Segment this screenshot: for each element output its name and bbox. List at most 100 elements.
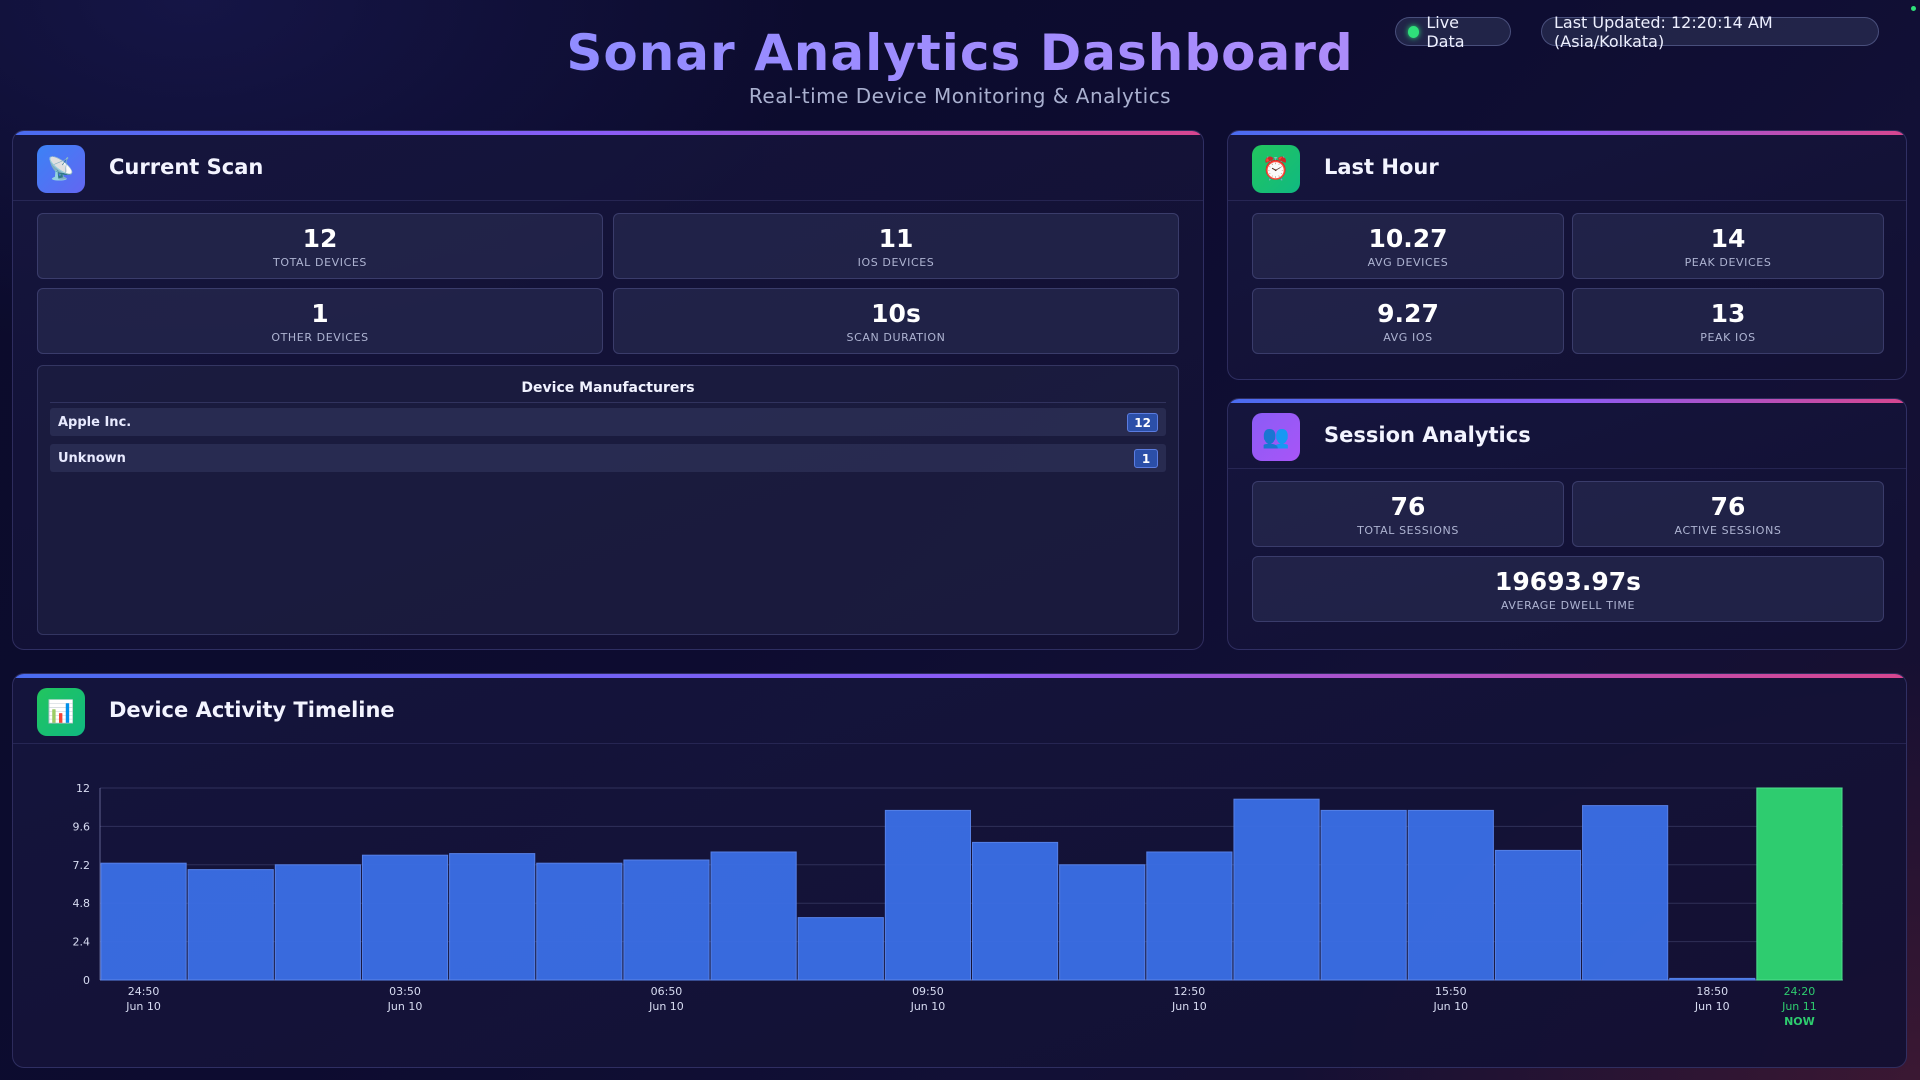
users-icon: 👥 xyxy=(1252,413,1300,461)
total-sessions-value: 76 xyxy=(1390,492,1426,521)
manufacturer-count-badge: 12 xyxy=(1127,413,1158,432)
avg-ios-stat: 9.27 Avg iOS xyxy=(1252,288,1564,354)
x-tick-time-label: 06:50 xyxy=(651,985,683,998)
active-sessions-label: Active Sessions xyxy=(1674,524,1782,537)
device-manufacturers-panel: Device Manufacturers Apple Inc. 12 Unkno… xyxy=(37,365,1179,635)
current-scan-title: Current Scan xyxy=(109,155,264,179)
x-tick-date-label: Jun 11 xyxy=(1781,1000,1817,1013)
bar xyxy=(884,809,971,981)
y-tick-label: 2.4 xyxy=(73,936,91,949)
other-devices-stat: 1 Other Devices xyxy=(37,288,603,354)
current-scan-card: 📡 Current Scan 12 Total Devices 11 iOS D… xyxy=(12,130,1204,650)
x-tick-time-label: 12:50 xyxy=(1174,985,1206,998)
average-dwell-time-label: Average Dwell Time xyxy=(1500,599,1636,612)
list-item: Unknown 1 xyxy=(50,444,1166,472)
ios-devices-label: iOS Devices xyxy=(857,256,935,269)
last-updated-badge: Last Updated: 12:20:14 AM (Asia/Kolkata) xyxy=(1541,13,1879,51)
y-tick-label: 4.8 xyxy=(73,897,91,910)
average-dwell-time-value: 19693.97s xyxy=(1494,567,1642,596)
scan-duration-label: Scan Duration xyxy=(846,331,946,344)
bar xyxy=(1146,851,1233,981)
x-tick-date-label: Jun 10 xyxy=(648,1000,684,1013)
avg-ios-label: Avg iOS xyxy=(1383,331,1433,344)
y-tick-label: 7.2 xyxy=(73,859,91,872)
divider xyxy=(50,402,1166,403)
last-hour-header: ⏰ Last Hour xyxy=(1228,131,1906,201)
ios-devices-stat: 11 iOS Devices xyxy=(613,213,1179,279)
live-status-dot-icon xyxy=(1408,25,1420,38)
bar xyxy=(187,869,274,981)
bar xyxy=(361,854,449,981)
bar xyxy=(1233,798,1320,981)
device-activity-chart: 0 2.4 4.8 7.2 9.6 12 24:50 Jun 10 03:50 Jun 10 06:… xyxy=(73,782,1843,1028)
current-scan-header: 📡 Current Scan xyxy=(13,131,1203,201)
bar xyxy=(1059,864,1146,981)
avg-ios-value: 9.27 xyxy=(1377,299,1439,328)
peak-devices-stat: 14 Peak Devices xyxy=(1572,213,1884,279)
manufacturer-name: Apple Inc. xyxy=(58,415,132,430)
bar xyxy=(1320,809,1407,981)
x-tick-date-label: Jun 10 xyxy=(910,1000,946,1013)
total-devices-label: Total Devices xyxy=(273,256,367,269)
alarm-clock-icon: ⏰ xyxy=(1252,145,1300,193)
peak-ios-stat: 13 Peak iOS xyxy=(1572,288,1884,354)
live-data-label: Live Data xyxy=(1426,12,1465,51)
x-tick-time-label: 24:50 xyxy=(128,985,160,998)
session-analytics-card: 👥 Session Analytics 76 Total Sessions 76… xyxy=(1227,398,1907,650)
bar xyxy=(1669,977,1756,981)
bar xyxy=(972,841,1059,981)
x-tick-date-label: Jun 10 xyxy=(1171,1000,1207,1013)
session-analytics-header: 👥 Session Analytics xyxy=(1228,399,1906,469)
bar xyxy=(1582,805,1669,981)
connection-indicator-icon xyxy=(1911,6,1916,11)
x-tick-time-label: 15:50 xyxy=(1435,985,1467,998)
bar xyxy=(1407,809,1494,981)
bar xyxy=(797,917,884,981)
total-devices-value: 12 xyxy=(302,224,338,253)
last-hour-card: ⏰ Last Hour 10.27 Avg Devices 14 Peak De… xyxy=(1227,130,1907,380)
other-devices-label: Other Devices xyxy=(271,331,369,344)
avg-devices-label: Avg Devices xyxy=(1367,256,1449,269)
avg-devices-stat: 10.27 Avg Devices xyxy=(1252,213,1564,279)
satellite-dish-icon: 📡 xyxy=(37,145,85,193)
y-tick-label: 0 xyxy=(83,974,90,987)
page-subtitle: Real-time Device Monitoring & Analytics xyxy=(748,84,1172,108)
total-devices-stat: 12 Total Devices xyxy=(37,213,603,279)
bar xyxy=(710,851,797,981)
session-analytics-title: Session Analytics xyxy=(1324,423,1531,447)
average-dwell-time-stat: 19693.97s Average Dwell Time xyxy=(1252,556,1884,622)
bar xyxy=(623,859,710,981)
x-tick-date-label: Jun 10 xyxy=(1432,1000,1468,1013)
list-item: Apple Inc. 12 xyxy=(50,408,1166,436)
active-sessions-value: 76 xyxy=(1710,492,1746,521)
peak-devices-value: 14 xyxy=(1710,224,1746,253)
highlight-bar xyxy=(1756,787,1843,981)
x-tick-date-label: Jun 10 xyxy=(125,1000,161,1013)
manufacturer-count-badge: 1 xyxy=(1134,449,1158,468)
peak-ios-value: 13 xyxy=(1710,299,1746,328)
manufacturer-name: Unknown xyxy=(58,451,126,466)
bar xyxy=(100,862,187,981)
last-hour-title: Last Hour xyxy=(1324,155,1439,179)
other-devices-value: 1 xyxy=(311,299,329,328)
bar xyxy=(274,864,361,981)
active-sessions-stat: 76 Active Sessions xyxy=(1572,481,1884,547)
total-sessions-stat: 76 Total Sessions xyxy=(1252,481,1564,547)
peak-ios-label: Peak iOS xyxy=(1700,331,1756,344)
last-updated-text: Last Updated: 12:20:14 AM (Asia/Kolkata) xyxy=(1554,12,1773,51)
device-activity-timeline-card: 📊 Device Activity Timeline 0 2.4 4.8 7.2 9.6… xyxy=(12,673,1907,1068)
y-tick-label: 12 xyxy=(76,782,90,795)
avg-devices-value: 10.27 xyxy=(1368,224,1448,253)
x-tick-date-label: Jun 10 xyxy=(1694,1000,1730,1013)
x-tick-time-label: 09:50 xyxy=(912,985,944,998)
device-manufacturers-title: Device Manufacturers xyxy=(521,380,695,396)
scan-duration-value: 10s xyxy=(871,299,921,328)
bar xyxy=(1494,849,1582,981)
ios-devices-value: 11 xyxy=(878,224,914,253)
total-sessions-label: Total Sessions xyxy=(1357,524,1459,537)
bar xyxy=(536,862,623,981)
dashboard-header: Sonar Analytics Dashboard Real-time Devi… xyxy=(0,0,1920,120)
bar xyxy=(449,853,536,981)
y-tick-label: 9.6 xyxy=(73,820,91,833)
live-data-badge: Live Data xyxy=(1395,13,1511,51)
